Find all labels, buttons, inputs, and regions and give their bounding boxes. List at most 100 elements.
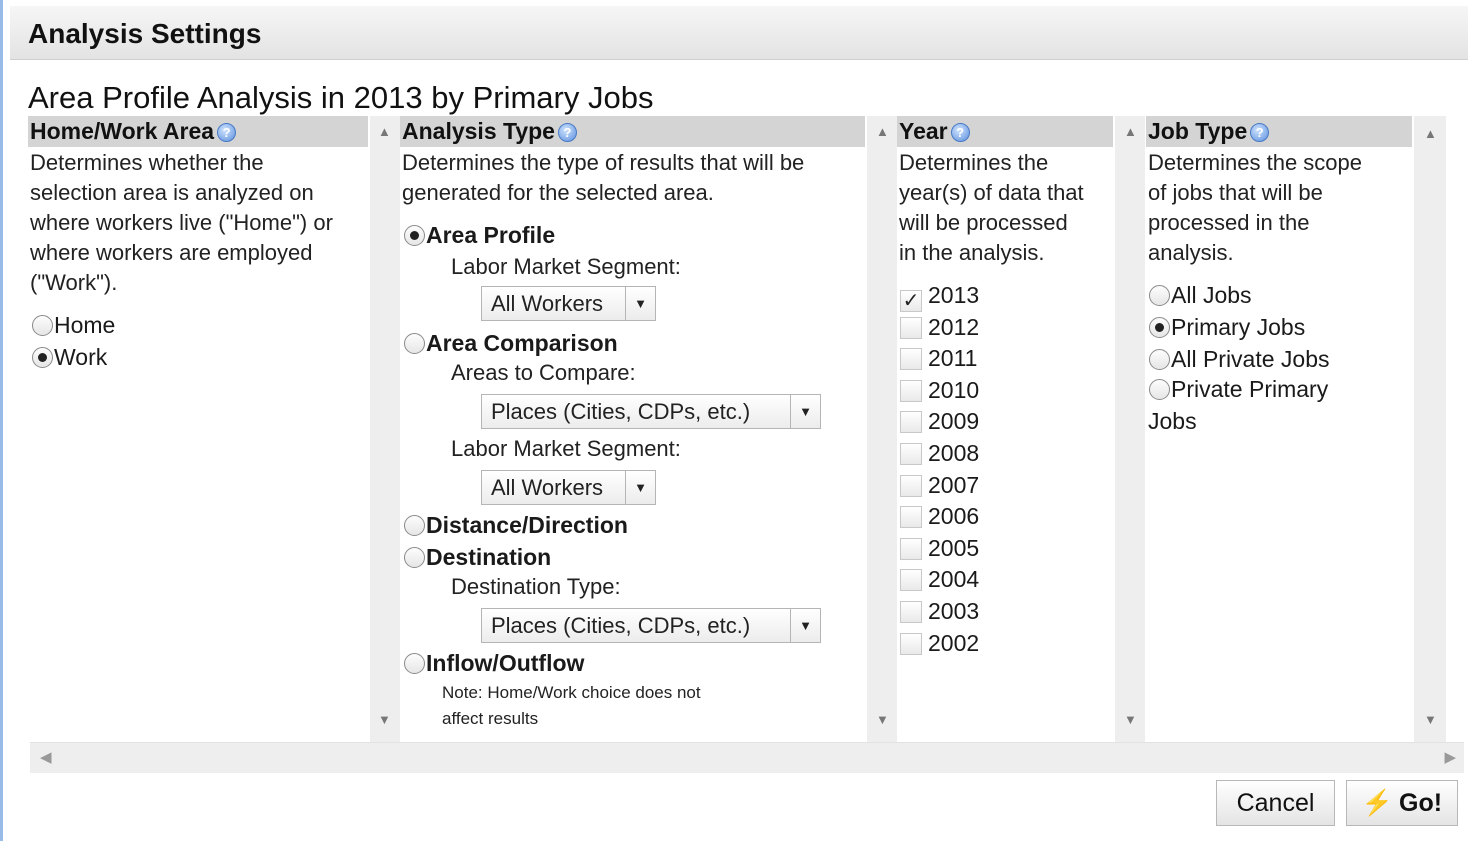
destination-type-label: Destination Type:	[451, 574, 621, 599]
checkbox[interactable]	[900, 537, 922, 560]
checkbox[interactable]	[900, 601, 922, 623]
destination-type-select[interactable]: Places (Cities, CDPs, etc.) ▼	[481, 608, 821, 643]
radio-button[interactable]	[1149, 285, 1170, 306]
help-icon[interactable]: ?	[557, 123, 577, 142]
checkbox[interactable]	[900, 506, 922, 529]
go-button[interactable]: ⚡ Go!	[1346, 780, 1458, 826]
help-icon[interactable]: ?	[950, 123, 970, 142]
chevron-down-icon[interactable]: ▼	[790, 395, 820, 428]
year-checkbox-2005[interactable]: 2005	[900, 535, 979, 562]
area-profile-label: Area Profile	[426, 222, 556, 248]
check-icon: ✓	[902, 290, 920, 312]
year-checkbox-2003[interactable]: 2003	[900, 598, 979, 625]
scroll-down-arrow-icon[interactable]: ▼	[1424, 712, 1437, 727]
checkbox[interactable]	[900, 569, 922, 592]
year-checkbox-2008[interactable]: 2008	[900, 440, 979, 467]
year-label: 2003	[928, 598, 980, 624]
labor-market-segment-label: Labor Market Segment:	[451, 436, 681, 461]
work-label: Work	[54, 344, 108, 370]
checkbox[interactable]	[900, 474, 922, 497]
distance-direction-radio-option[interactable]: Distance/Direction	[404, 512, 628, 539]
radio-button[interactable]	[404, 333, 425, 354]
work-radio-option[interactable]: Work	[32, 344, 107, 371]
year-checkbox-2013[interactable]: ✓ 2013	[900, 282, 979, 312]
home-work-header: Home/Work Area?	[28, 116, 368, 147]
all-private-jobs-radio-option[interactable]: All Private Jobs	[1149, 346, 1330, 373]
home-radio-option[interactable]: Home	[32, 312, 115, 339]
year-checkbox-2011[interactable]: 2011	[900, 345, 977, 372]
checkbox[interactable]	[900, 379, 922, 402]
year-checkbox-2006[interactable]: 2006	[900, 503, 979, 530]
scroll-up-arrow-icon[interactable]: ▲	[378, 124, 391, 139]
areas-to-compare-select[interactable]: Places (Cities, CDPs, etc.) ▼	[481, 394, 821, 429]
year-checkbox-2009[interactable]: 2009	[900, 408, 979, 435]
area-comparison-radio-option[interactable]: Area Comparison	[404, 330, 618, 357]
primary-jobs-radio-option[interactable]: Primary Jobs	[1149, 314, 1305, 341]
all-jobs-label: All Jobs	[1171, 282, 1252, 308]
destination-radio-option[interactable]: Destination	[404, 544, 551, 571]
year-label: 2013	[928, 282, 980, 308]
scroll-up-arrow-icon[interactable]: ▲	[876, 124, 889, 139]
desc-line: will be processed	[899, 210, 1068, 235]
column-scrollbar[interactable]	[867, 116, 897, 742]
all-jobs-radio-option[interactable]: All Jobs	[1149, 282, 1252, 309]
distance-direction-label: Distance/Direction	[426, 512, 628, 538]
select-value: All Workers	[491, 291, 604, 316]
year-checkbox-2012[interactable]: 2012	[900, 314, 979, 341]
column-scrollbar[interactable]	[1414, 116, 1446, 742]
window-border	[0, 0, 3, 841]
radio-button[interactable]	[1149, 349, 1170, 370]
radio-button[interactable]	[32, 315, 53, 336]
primary-jobs-label: Primary Jobs	[1171, 314, 1306, 340]
go-label: Go!	[1399, 789, 1443, 817]
scroll-down-arrow-icon[interactable]: ▼	[378, 712, 391, 727]
note-line: Note: Home/Work choice does not	[442, 683, 701, 702]
checkbox[interactable]	[900, 348, 922, 371]
column-scrollbar[interactable]	[1115, 116, 1145, 742]
radio-button[interactable]	[404, 653, 425, 674]
year-label: 2006	[928, 503, 980, 530]
radio-button[interactable]	[1149, 379, 1170, 400]
scroll-right-arrow-icon[interactable]: ▶	[1444, 748, 1456, 766]
scroll-up-arrow-icon[interactable]: ▲	[1124, 124, 1137, 139]
checkbox[interactable]	[900, 411, 922, 434]
year-checkbox-2004[interactable]: 2004	[900, 566, 979, 593]
year-header-label: Year	[899, 118, 948, 144]
radio-button-selected[interactable]	[32, 347, 53, 368]
chevron-down-icon[interactable]: ▼	[625, 287, 655, 320]
job-type-header-label: Job Type	[1148, 118, 1248, 144]
radio-button[interactable]	[404, 547, 425, 568]
analysis-type-header-label: Analysis Type	[402, 118, 555, 144]
help-icon[interactable]: ?	[1250, 123, 1270, 142]
radio-button-selected[interactable]	[1149, 317, 1170, 338]
help-icon[interactable]: ?	[217, 123, 237, 142]
checkbox-checked[interactable]: ✓	[900, 290, 922, 312]
job-type-description: Determines the scope of jobs that will b…	[1148, 148, 1413, 268]
year-checkbox-2007[interactable]: 2007	[900, 472, 979, 499]
year-checkbox-2010[interactable]: 2010	[900, 377, 979, 404]
dialog-header: Analysis Settings	[10, 6, 1468, 60]
inflow-outflow-radio-option[interactable]: Inflow/Outflow	[404, 650, 584, 677]
checkbox[interactable]	[900, 316, 922, 339]
comparison-labor-market-segment-select[interactable]: All Workers ▼	[481, 470, 656, 505]
year-checkbox-2002[interactable]: 2002	[900, 630, 979, 657]
labor-market-segment-select[interactable]: All Workers ▼	[481, 286, 656, 321]
radio-button[interactable]	[404, 515, 425, 536]
scroll-down-arrow-icon[interactable]: ▼	[876, 712, 889, 727]
checkbox[interactable]	[900, 632, 922, 655]
scroll-down-arrow-icon[interactable]: ▼	[1124, 712, 1137, 727]
area-profile-radio-option[interactable]: Area Profile	[404, 222, 555, 249]
desc-line: year(s) of data that	[899, 180, 1084, 205]
desc-line: Determines the scope	[1148, 150, 1362, 175]
desc-line: in the analysis.	[899, 240, 1045, 265]
horizontal-scrollbar[interactable]: ◀ ▶	[30, 742, 1464, 773]
scroll-up-arrow-icon[interactable]: ▲	[1424, 126, 1437, 141]
column-scrollbar[interactable]	[370, 116, 400, 742]
radio-button-selected[interactable]	[404, 225, 425, 246]
scroll-left-arrow-icon[interactable]: ◀	[40, 748, 52, 766]
private-primary-jobs-radio-option[interactable]: Private Primary	[1149, 376, 1328, 403]
chevron-down-icon[interactable]: ▼	[790, 609, 820, 642]
cancel-button[interactable]: Cancel	[1216, 780, 1335, 826]
chevron-down-icon[interactable]: ▼	[625, 471, 655, 504]
checkbox[interactable]	[900, 443, 922, 465]
